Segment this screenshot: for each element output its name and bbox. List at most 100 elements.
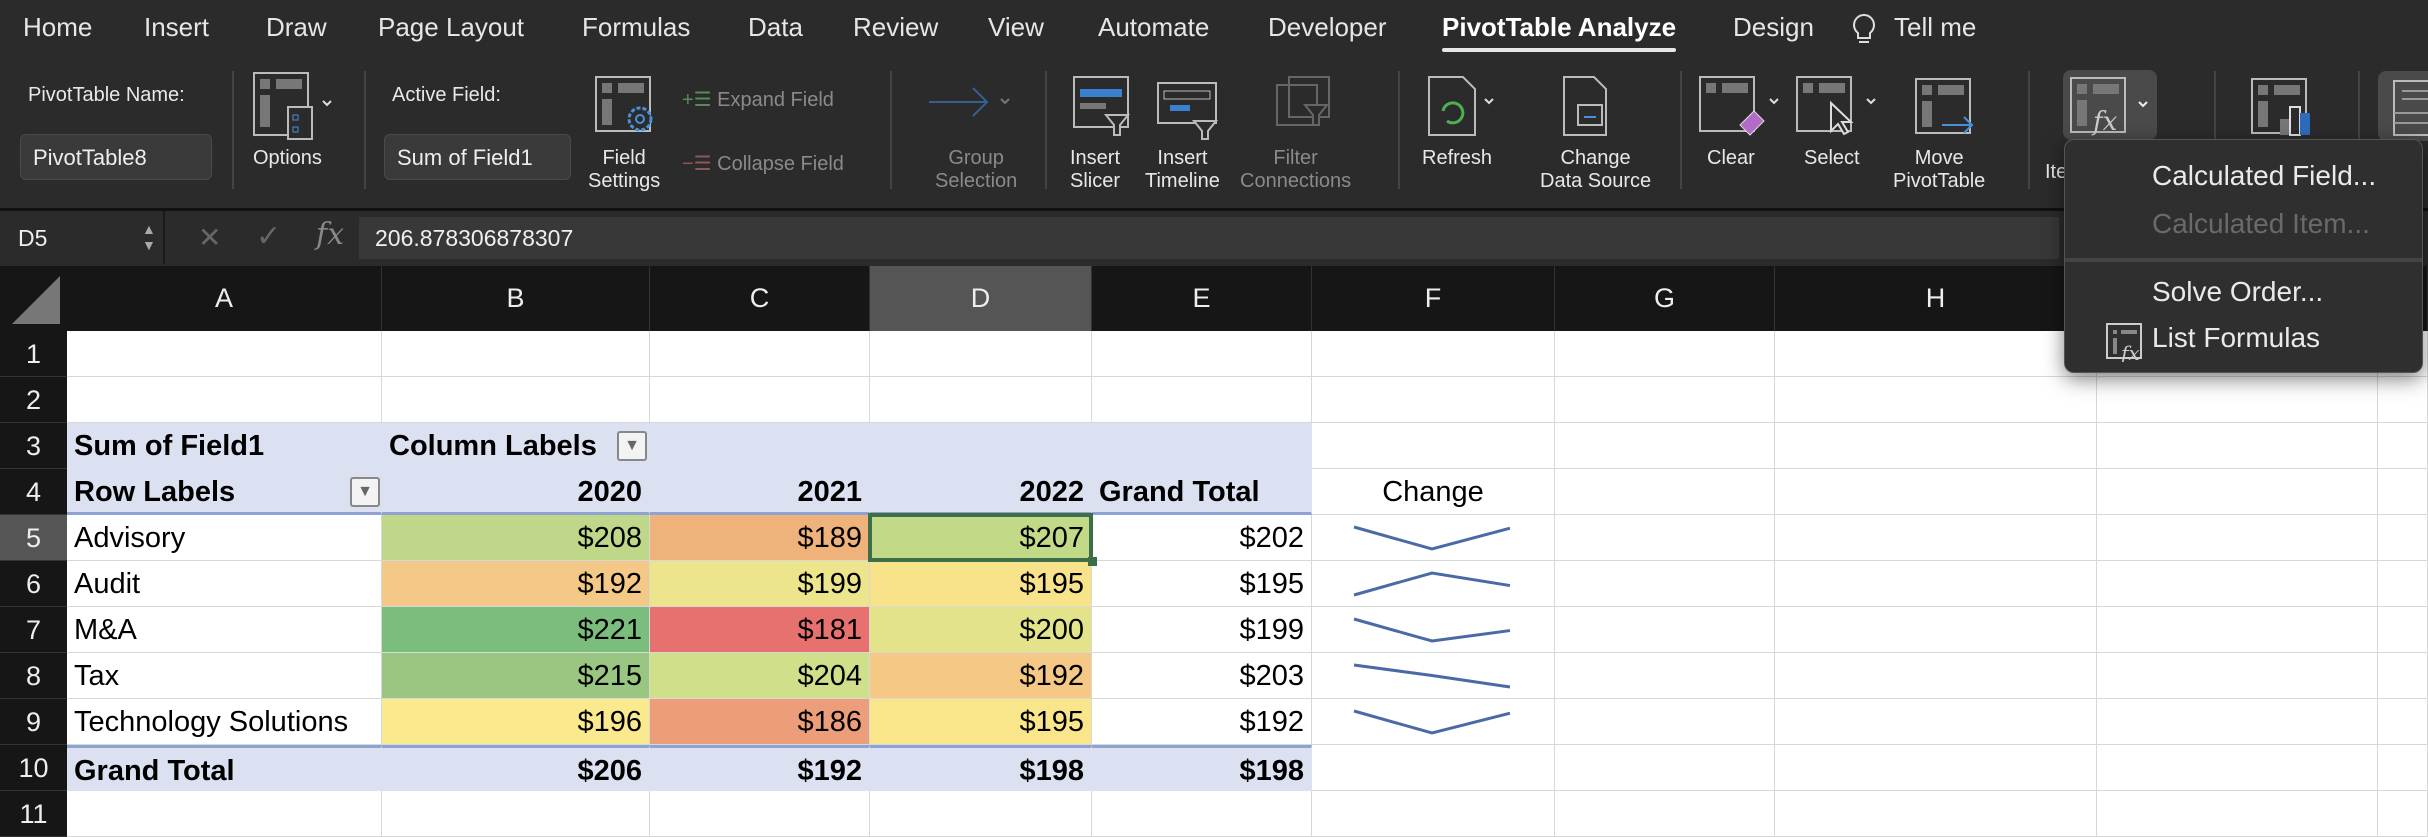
cell-B6[interactable]: $192 (382, 561, 650, 607)
column-header-C[interactable]: C (650, 266, 870, 331)
tab-review[interactable]: Review (853, 12, 938, 43)
column-header-A[interactable]: A (67, 266, 382, 331)
cell-C4[interactable]: 2021 (650, 469, 870, 515)
cell-B8[interactable]: $215 (382, 653, 650, 699)
menu-item-list-formulas[interactable]: List Formulas (2152, 322, 2320, 354)
cell-I4[interactable] (2097, 469, 2378, 515)
tab-developer[interactable]: Developer (1268, 12, 1387, 43)
row-header-3[interactable]: 3 (0, 423, 67, 469)
cell-H6[interactable] (1775, 561, 2097, 607)
cell-F11[interactable] (1312, 791, 1555, 837)
cell-H4[interactable] (1775, 469, 2097, 515)
column-header-B[interactable]: B (382, 266, 650, 331)
cell-B9[interactable]: $196 (382, 699, 650, 745)
cell-H3[interactable] (1775, 423, 2097, 469)
insert-function-icon[interactable]: fx (316, 217, 344, 252)
cell-B3[interactable]: Column Labels (382, 423, 650, 469)
cell-H1[interactable] (1775, 331, 2097, 377)
collapse-field-button[interactable]: −☰ Collapse Field (682, 153, 844, 176)
options-button[interactable] (252, 71, 342, 148)
cell-F1[interactable] (1312, 331, 1555, 377)
cell-F6[interactable] (1312, 561, 1555, 607)
pivotchart-button[interactable] (2250, 77, 2314, 142)
tab-pivottable-analyze[interactable]: PivotTable Analyze (1442, 12, 1677, 52)
cell-G10[interactable] (1555, 745, 1775, 791)
cell-G4[interactable] (1555, 469, 1775, 515)
cell-A1[interactable] (67, 331, 382, 377)
tab-design[interactable]: Design (1733, 12, 1814, 43)
column-header-G[interactable]: G (1555, 266, 1775, 331)
row-header-10[interactable]: 10 (0, 745, 67, 791)
cell-E5[interactable]: $202 (1092, 515, 1312, 561)
row-header-11[interactable]: 11 (0, 791, 67, 837)
cell-B1[interactable] (382, 331, 650, 377)
cell-A4[interactable]: Row Labels (67, 469, 382, 515)
name-box[interactable]: D5 (0, 211, 165, 264)
move-pivottable-button[interactable] (1914, 77, 1978, 142)
cell-F9[interactable] (1312, 699, 1555, 745)
cell-A11[interactable] (67, 791, 382, 837)
cell-B2[interactable] (382, 377, 650, 423)
cell-H2[interactable] (1775, 377, 2097, 423)
cell-I11[interactable] (2097, 791, 2378, 837)
cell-E4[interactable]: Grand Total (1092, 469, 1312, 515)
cell-C3[interactable] (650, 423, 870, 469)
change-data-source-button[interactable] (1560, 75, 1620, 144)
field-list-button[interactable] (2378, 71, 2428, 141)
cell-J5[interactable] (2378, 515, 2428, 561)
cell-A7[interactable]: M&A (67, 607, 382, 653)
cell-F4[interactable]: Change (1312, 469, 1555, 515)
cell-J11[interactable] (2378, 791, 2428, 837)
cell-E2[interactable] (1092, 377, 1312, 423)
column-labels-filter-button[interactable]: ▼ (617, 431, 647, 461)
group-selection-button[interactable] (925, 77, 1015, 132)
cell-H9[interactable] (1775, 699, 2097, 745)
cell-H8[interactable] (1775, 653, 2097, 699)
row-header-4[interactable]: 4 (0, 469, 67, 515)
cell-J2[interactable] (2378, 377, 2428, 423)
cell-D8[interactable]: $192 (870, 653, 1092, 699)
cell-B5[interactable]: $208 (382, 515, 650, 561)
active-field-input[interactable]: Sum of Field1 (384, 134, 571, 180)
cell-E10[interactable]: $198 (1092, 745, 1312, 791)
cell-G3[interactable] (1555, 423, 1775, 469)
insert-slicer-button[interactable] (1072, 75, 1132, 144)
cell-G2[interactable] (1555, 377, 1775, 423)
cell-B4[interactable]: 2020 (382, 469, 650, 515)
expand-field-button[interactable]: +☰ Expand Field (682, 89, 834, 112)
column-header-D[interactable]: D (870, 266, 1092, 331)
filter-connections-button[interactable] (1275, 75, 1335, 140)
row-header-2[interactable]: 2 (0, 377, 67, 423)
cell-D4[interactable]: 2022 (870, 469, 1092, 515)
cell-D6[interactable]: $195 (870, 561, 1092, 607)
column-header-F[interactable]: F (1312, 266, 1555, 331)
cell-C11[interactable] (650, 791, 870, 837)
cell-F3[interactable] (1312, 423, 1555, 469)
row-header-8[interactable]: 8 (0, 653, 67, 699)
tab-view[interactable]: View (988, 12, 1044, 43)
cell-A10[interactable]: Grand Total (67, 745, 382, 791)
tab-formulas[interactable]: Formulas (582, 12, 690, 43)
tab-data[interactable]: Data (748, 12, 803, 43)
tell-me-search[interactable]: Tell me (1894, 12, 1976, 43)
field-settings-button[interactable] (594, 75, 664, 140)
cell-A8[interactable]: Tax (67, 653, 382, 699)
cell-D9[interactable]: $195 (870, 699, 1092, 745)
cell-J9[interactable] (2378, 699, 2428, 745)
cell-J3[interactable] (2378, 423, 2428, 469)
cell-I10[interactable] (2097, 745, 2378, 791)
cell-E11[interactable] (1092, 791, 1312, 837)
cell-J10[interactable] (2378, 745, 2428, 791)
cell-F8[interactable] (1312, 653, 1555, 699)
cell-H11[interactable] (1775, 791, 2097, 837)
menu-item-calculated-field[interactable]: Calculated Field... (2152, 160, 2376, 192)
cell-G11[interactable] (1555, 791, 1775, 837)
enter-icon[interactable]: ✓ (256, 219, 281, 254)
row-header-5[interactable]: 5 (0, 515, 67, 561)
cell-D3[interactable] (870, 423, 1092, 469)
cell-B10[interactable]: $206 (382, 745, 650, 791)
tab-insert[interactable]: Insert (144, 12, 209, 43)
cell-E7[interactable]: $199 (1092, 607, 1312, 653)
fill-handle[interactable] (1088, 557, 1097, 566)
cell-C8[interactable]: $204 (650, 653, 870, 699)
